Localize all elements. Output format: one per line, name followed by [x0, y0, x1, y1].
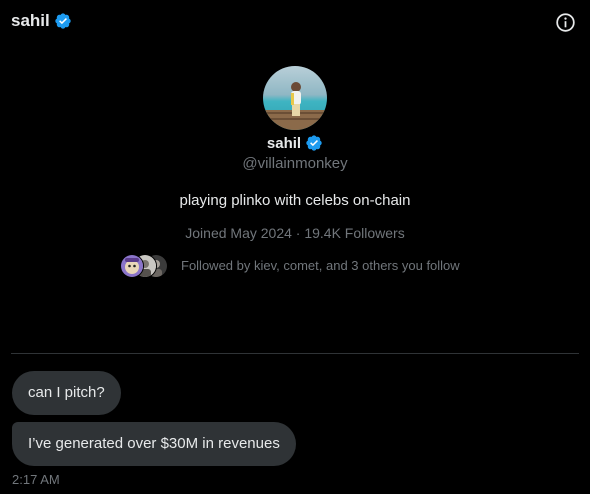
verified-badge-icon [55, 13, 71, 29]
followed-by-text: Followed by kiev, comet, and 3 others yo… [181, 257, 460, 273]
info-icon[interactable] [555, 12, 576, 33]
followed-by-row[interactable]: Followed by kiev, comet, and 3 others yo… [120, 252, 460, 278]
header-user[interactable]: sahil [11, 11, 72, 31]
message-bubble[interactable]: I’ve generated over $30M in revenues [12, 422, 296, 466]
profile-name-row: sahil [0, 132, 590, 154]
follower-avatar [120, 254, 144, 278]
profile-handle[interactable]: @villainmonkey [0, 154, 590, 174]
message-bubble[interactable]: can I pitch? [12, 371, 121, 415]
followers-you-know-avatars [120, 252, 170, 278]
profile-bio: playing plinko with celebs on-chain [179, 192, 411, 209]
divider [11, 353, 579, 354]
verified-badge-icon [306, 135, 322, 151]
message-timestamp: 2:17 AM [12, 472, 60, 487]
profile-meta: Joined May 2024 · 19.4K Followers [185, 225, 405, 241]
profile-summary: sahil @villainmonkey playing plinko with… [0, 66, 590, 243]
header-username: sahil [11, 11, 50, 30]
profile-avatar[interactable] [263, 66, 327, 130]
profile-name: sahil [266, 134, 302, 152]
conversation-header: sahil [0, 0, 590, 44]
